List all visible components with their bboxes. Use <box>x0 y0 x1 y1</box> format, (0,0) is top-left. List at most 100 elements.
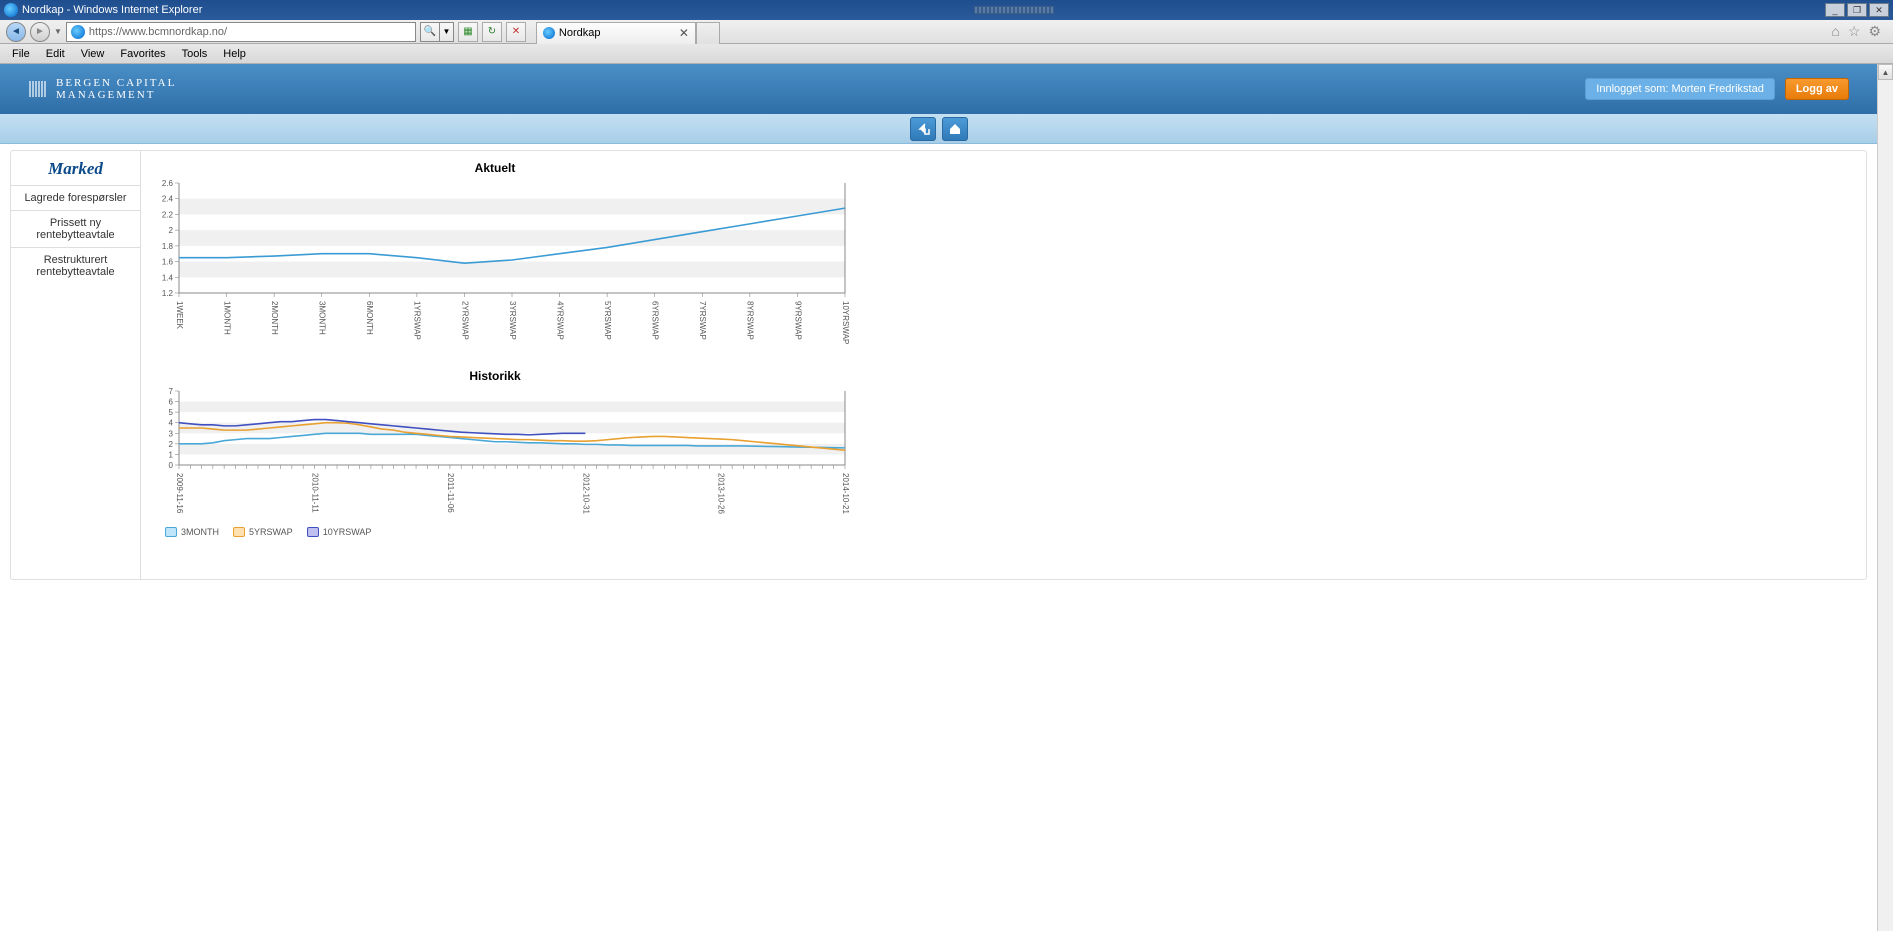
brand-logo-icon <box>28 79 48 99</box>
svg-text:4: 4 <box>169 419 174 428</box>
menu-help[interactable]: Help <box>215 46 254 62</box>
address-input[interactable] <box>89 26 411 38</box>
svg-text:2: 2 <box>169 440 174 449</box>
svg-text:2YRSWAP: 2YRSWAP <box>460 301 469 340</box>
svg-text:2.6: 2.6 <box>162 179 174 188</box>
refresh-button[interactable]: ↻ <box>482 22 502 42</box>
app-header: BERGEN CAPITAL MANAGEMENT Innlogget som:… <box>0 64 1877 114</box>
menu-view[interactable]: View <box>73 46 113 62</box>
svg-text:2009-11-16: 2009-11-16 <box>175 473 184 514</box>
sidebar-item-saved-queries[interactable]: Lagrede forespørsler <box>11 185 140 210</box>
home-icon[interactable]: ⌂ <box>1831 23 1839 40</box>
logout-button[interactable]: Logg av <box>1785 78 1849 100</box>
subbar-home-button[interactable] <box>942 117 968 141</box>
sidebar-title: Marked <box>11 151 140 185</box>
chart-aktuelt: Aktuelt 1.21.41.61.822.22.42.61WEEK1MONT… <box>155 161 1852 349</box>
svg-text:2012-10-31: 2012-10-31 <box>581 473 590 514</box>
search-dropdown-button[interactable]: ▼ <box>440 22 454 42</box>
tab-label: Nordkap <box>559 27 601 39</box>
scroll-up-button[interactable]: ▲ <box>1878 64 1893 80</box>
nav-back-button[interactable]: ◄ <box>6 22 26 42</box>
legend-swatch-icon <box>233 527 245 537</box>
window-close-button[interactable]: ✕ <box>1869 3 1889 17</box>
tab-favicon-icon <box>543 27 555 39</box>
svg-text:1WEEK: 1WEEK <box>175 301 184 330</box>
tools-gear-icon[interactable]: ⚙ <box>1868 23 1881 40</box>
svg-text:1: 1 <box>169 450 174 459</box>
chart-aktuelt-svg: 1.2 1.4 1.6 1.8 2 2.2 2.4 2.6 1WEEK 1MONTH 2MONTH 3… <box>155 179 855 349</box>
svg-text:2MONTH: 2MONTH <box>270 301 279 335</box>
svg-text:2.4: 2.4 <box>162 195 174 204</box>
svg-text:6MONTH: 6MONTH <box>365 301 374 335</box>
site-favicon-icon <box>71 25 85 39</box>
svg-text:1.6: 1.6 <box>162 258 174 267</box>
svg-text:1.2: 1.2 <box>162 289 174 298</box>
legend-item-10yrswap[interactable]: 10YRSWAP <box>307 527 372 537</box>
titlebar-grip-icon <box>974 6 1054 14</box>
window-titlebar: Nordkap - Windows Internet Explorer _ ❐ … <box>0 0 1893 20</box>
chart-historikk: Historikk 012345672009-11-162010-11-1120… <box>155 369 1852 537</box>
svg-text:3MONTH: 3MONTH <box>318 301 327 335</box>
window-title: Nordkap - Windows Internet Explorer <box>22 4 202 16</box>
svg-text:1MONTH: 1MONTH <box>222 301 231 335</box>
legend-swatch-icon <box>307 527 319 537</box>
svg-text:3YRSWAP: 3YRSWAP <box>508 301 517 340</box>
search-button[interactable]: 🔍 <box>420 22 440 42</box>
svg-text:1.4: 1.4 <box>162 273 174 282</box>
svg-text:6YRSWAP: 6YRSWAP <box>651 301 660 340</box>
logged-in-user-label: Innlogget som: Morten Fredrikstad <box>1585 78 1775 100</box>
browser-tab-active[interactable]: Nordkap ✕ <box>536 22 696 44</box>
tab-close-button[interactable]: ✕ <box>679 26 689 40</box>
svg-text:5YRSWAP: 5YRSWAP <box>603 301 612 340</box>
compat-view-button[interactable]: ▦ <box>458 22 478 42</box>
main-content: Aktuelt 1.21.41.61.822.22.42.61WEEK1MONT… <box>141 151 1866 579</box>
subbar-back-button[interactable] <box>910 117 936 141</box>
svg-text:2011-11-06: 2011-11-06 <box>446 473 455 513</box>
nav-forward-button[interactable]: ► <box>30 22 50 42</box>
svg-text:2013-10-26: 2013-10-26 <box>717 473 726 514</box>
page-viewport: BERGEN CAPITAL MANAGEMENT Innlogget som:… <box>0 64 1893 931</box>
menu-edit[interactable]: Edit <box>38 46 73 62</box>
brand-block: BERGEN CAPITAL MANAGEMENT <box>28 77 176 101</box>
ie-logo-icon <box>4 3 18 17</box>
svg-text:8YRSWAP: 8YRSWAP <box>746 301 755 340</box>
sidebar-item-restructured[interactable]: Restrukturert rentebytteavtale <box>11 247 140 284</box>
main-panel: Marked Lagrede forespørsler Prissett ny … <box>10 150 1867 580</box>
app-subbar <box>0 114 1877 144</box>
page-scrollbar[interactable]: ▲ <box>1877 64 1893 931</box>
chart-historikk-title: Historikk <box>155 369 835 383</box>
brand-line1: BERGEN CAPITAL <box>56 77 176 89</box>
svg-text:2010-11-11: 2010-11-11 <box>310 473 319 513</box>
stop-button[interactable]: ✕ <box>506 22 526 42</box>
legend-item-5yrswap[interactable]: 5YRSWAP <box>233 527 293 537</box>
nav-dropdown-icon[interactable]: ▼ <box>54 27 62 36</box>
svg-text:1.8: 1.8 <box>162 242 174 251</box>
tab-strip: Nordkap ✕ <box>536 20 720 44</box>
legend-item-3month[interactable]: 3MONTH <box>165 527 219 537</box>
browser-toolbar: ◄ ► ▼ 🔍 ▼ ▦ ↻ ✕ Nordkap ✕ ⌂ ☆ ⚙ <box>0 20 1893 44</box>
sidebar-item-price-new-swap[interactable]: Prissett ny rentebytteavtale <box>11 210 140 247</box>
favorites-icon[interactable]: ☆ <box>1848 23 1861 40</box>
svg-text:6: 6 <box>169 398 174 407</box>
menu-favorites[interactable]: Favorites <box>112 46 173 62</box>
svg-text:7YRSWAP: 7YRSWAP <box>698 301 707 340</box>
menu-tools[interactable]: Tools <box>174 46 216 62</box>
svg-text:5: 5 <box>169 408 174 417</box>
svg-text:10YRSWAP: 10YRSWAP <box>841 301 850 344</box>
sidebar: Marked Lagrede forespørsler Prissett ny … <box>11 151 141 579</box>
svg-text:2.2: 2.2 <box>162 210 174 219</box>
window-maximize-button[interactable]: ❐ <box>1847 3 1867 17</box>
svg-text:1YRSWAP: 1YRSWAP <box>413 301 422 340</box>
window-minimize-button[interactable]: _ <box>1825 3 1845 17</box>
legend-swatch-icon <box>165 527 177 537</box>
menu-file[interactable]: File <box>4 46 38 62</box>
svg-text:2: 2 <box>169 226 174 235</box>
svg-text:3: 3 <box>169 429 174 438</box>
svg-text:4YRSWAP: 4YRSWAP <box>555 301 564 340</box>
chart-legend: 3MONTH 5YRSWAP 10YRSWAP <box>165 527 1852 537</box>
new-tab-button[interactable] <box>696 22 720 44</box>
address-bar[interactable] <box>66 22 416 42</box>
svg-text:9YRSWAP: 9YRSWAP <box>793 301 802 340</box>
browser-menubar: File Edit View Favorites Tools Help <box>0 44 1893 64</box>
chart-historikk-svg: 012345672009-11-162010-11-112011-11-0620… <box>155 387 855 517</box>
